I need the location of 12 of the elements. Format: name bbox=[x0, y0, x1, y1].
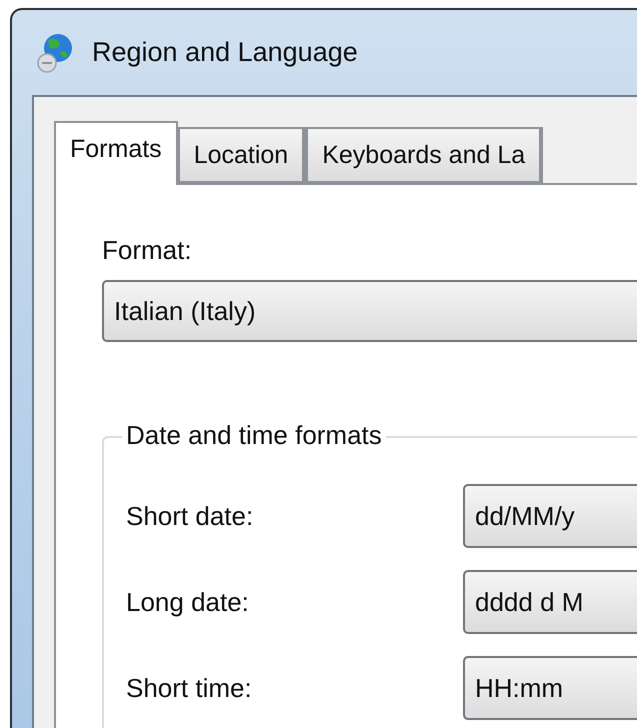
tab[interactable]: Keyboards and La bbox=[306, 127, 544, 183]
format-label: Format: bbox=[102, 235, 193, 266]
field-label: Short date: bbox=[126, 500, 254, 532]
tab[interactable]: Formats bbox=[54, 121, 178, 185]
format-dropdown[interactable]: dd/MM/y bbox=[463, 484, 637, 548]
format-dropdown[interactable]: Italian (Italy) bbox=[102, 280, 637, 342]
format-dropdown[interactable]: HH:mm bbox=[463, 656, 637, 720]
field-label: Short time: bbox=[126, 672, 253, 704]
tab[interactable]: Location bbox=[178, 127, 306, 183]
field-label: Long date: bbox=[126, 586, 250, 618]
window-title: Region and Language bbox=[92, 37, 358, 68]
format-dropdown[interactable]: dddd d M bbox=[463, 570, 637, 634]
